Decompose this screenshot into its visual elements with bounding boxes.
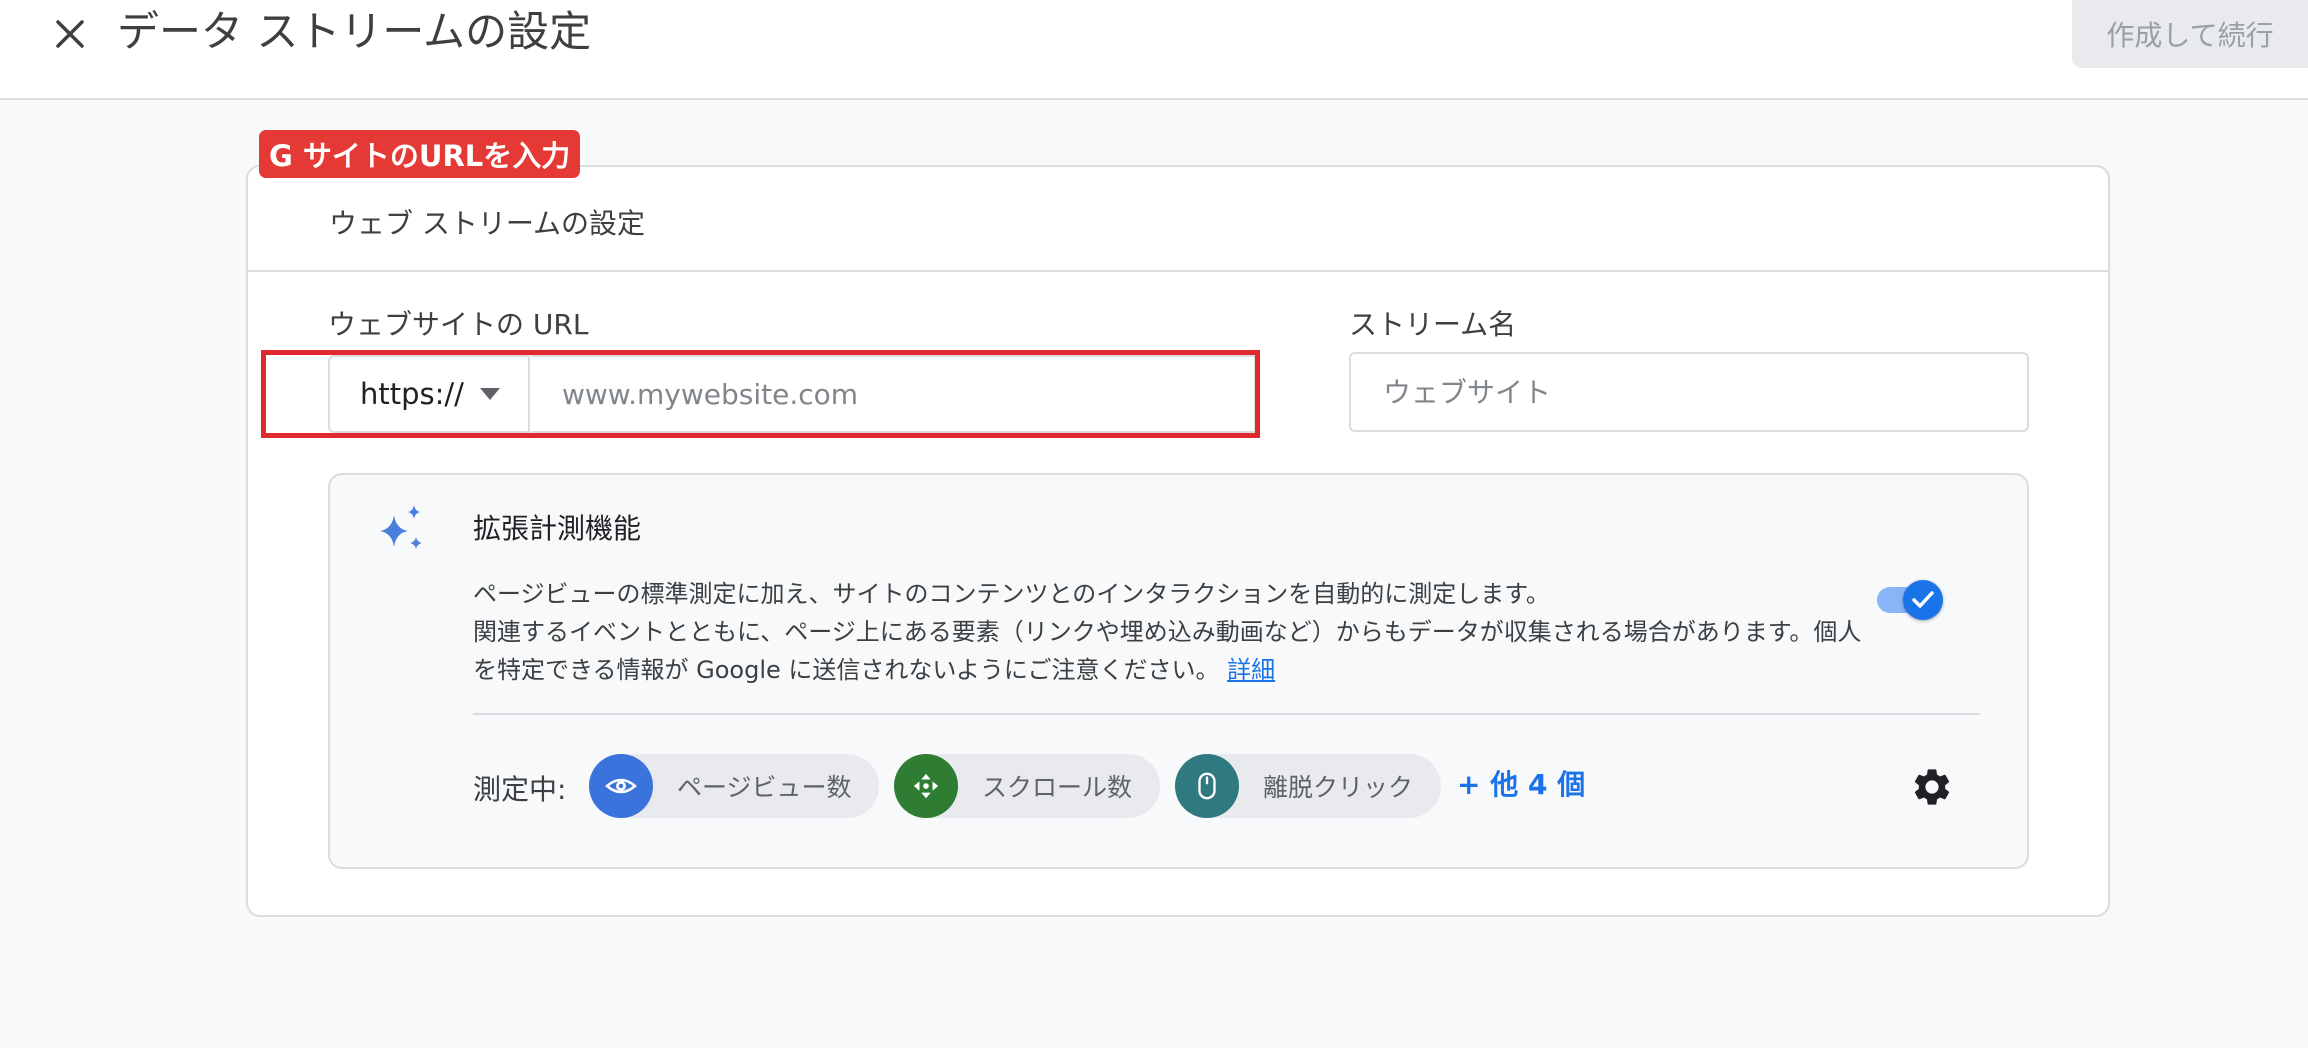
divider: [473, 713, 1980, 715]
annotation-highlight-box: [261, 350, 1260, 438]
description-line-2: 関連するイベントとともに、ページ上にある要素（リンクや埋め込み動画など）からもデ…: [473, 618, 1862, 684]
enhanced-measurement-title: 拡張計測機能: [473, 512, 642, 545]
chip-icon-outbound-clicks: [1175, 754, 1239, 818]
description-line-1: ページビューの標準測定に加え、サイトのコンテンツとのインタラクションを自動的に測…: [473, 580, 1550, 608]
toggle-thumb: [1903, 580, 1943, 620]
chip-page-views: ページビュー数: [589, 754, 879, 818]
stream-name-input[interactable]: [1349, 352, 2029, 432]
eye-icon: [605, 778, 637, 794]
measuring-label: 測定中:: [473, 773, 567, 806]
stream-name-label: ストリーム名: [1349, 308, 1517, 341]
enhanced-measurement-description: ページビューの標準測定に加え、サイトのコンテンツとのインタラクションを自動的に測…: [473, 575, 1873, 689]
chip-scrolls: スクロール数: [894, 754, 1160, 818]
mouse-icon: [1198, 772, 1216, 800]
more-events-link[interactable]: + 他 4 個: [1457, 763, 1585, 803]
scroll-icon: [913, 773, 939, 799]
close-icon[interactable]: [50, 14, 90, 54]
chip-label: スクロール数: [982, 773, 1133, 802]
website-url-label: ウェブサイトの URL: [328, 308, 589, 341]
card-title: ウェブ ストリームの設定: [329, 207, 646, 240]
sparkle-icon: [380, 505, 422, 549]
gear-icon[interactable]: [1910, 765, 1954, 809]
page-title: データ ストリームの設定: [117, 7, 592, 56]
enhanced-measurement-toggle[interactable]: [1875, 578, 1947, 622]
chip-icon-scrolls: [894, 754, 958, 818]
create-and-continue-button[interactable]: 作成して続行: [2072, 0, 2308, 68]
card-header: ウェブ ストリームの設定: [248, 167, 2108, 272]
check-icon: [1912, 591, 1934, 608]
chip-label: ページビュー数: [677, 773, 852, 802]
details-link[interactable]: 詳細: [1227, 656, 1275, 684]
chip-icon-page-views: [589, 754, 653, 818]
chip-outbound-clicks: 離脱クリック: [1175, 754, 1441, 818]
chip-label: 離脱クリック: [1263, 773, 1414, 802]
top-bar: データ ストリームの設定 作成して続行: [0, 0, 2308, 100]
annotation-badge: G サイトのURLを入力: [259, 130, 581, 178]
